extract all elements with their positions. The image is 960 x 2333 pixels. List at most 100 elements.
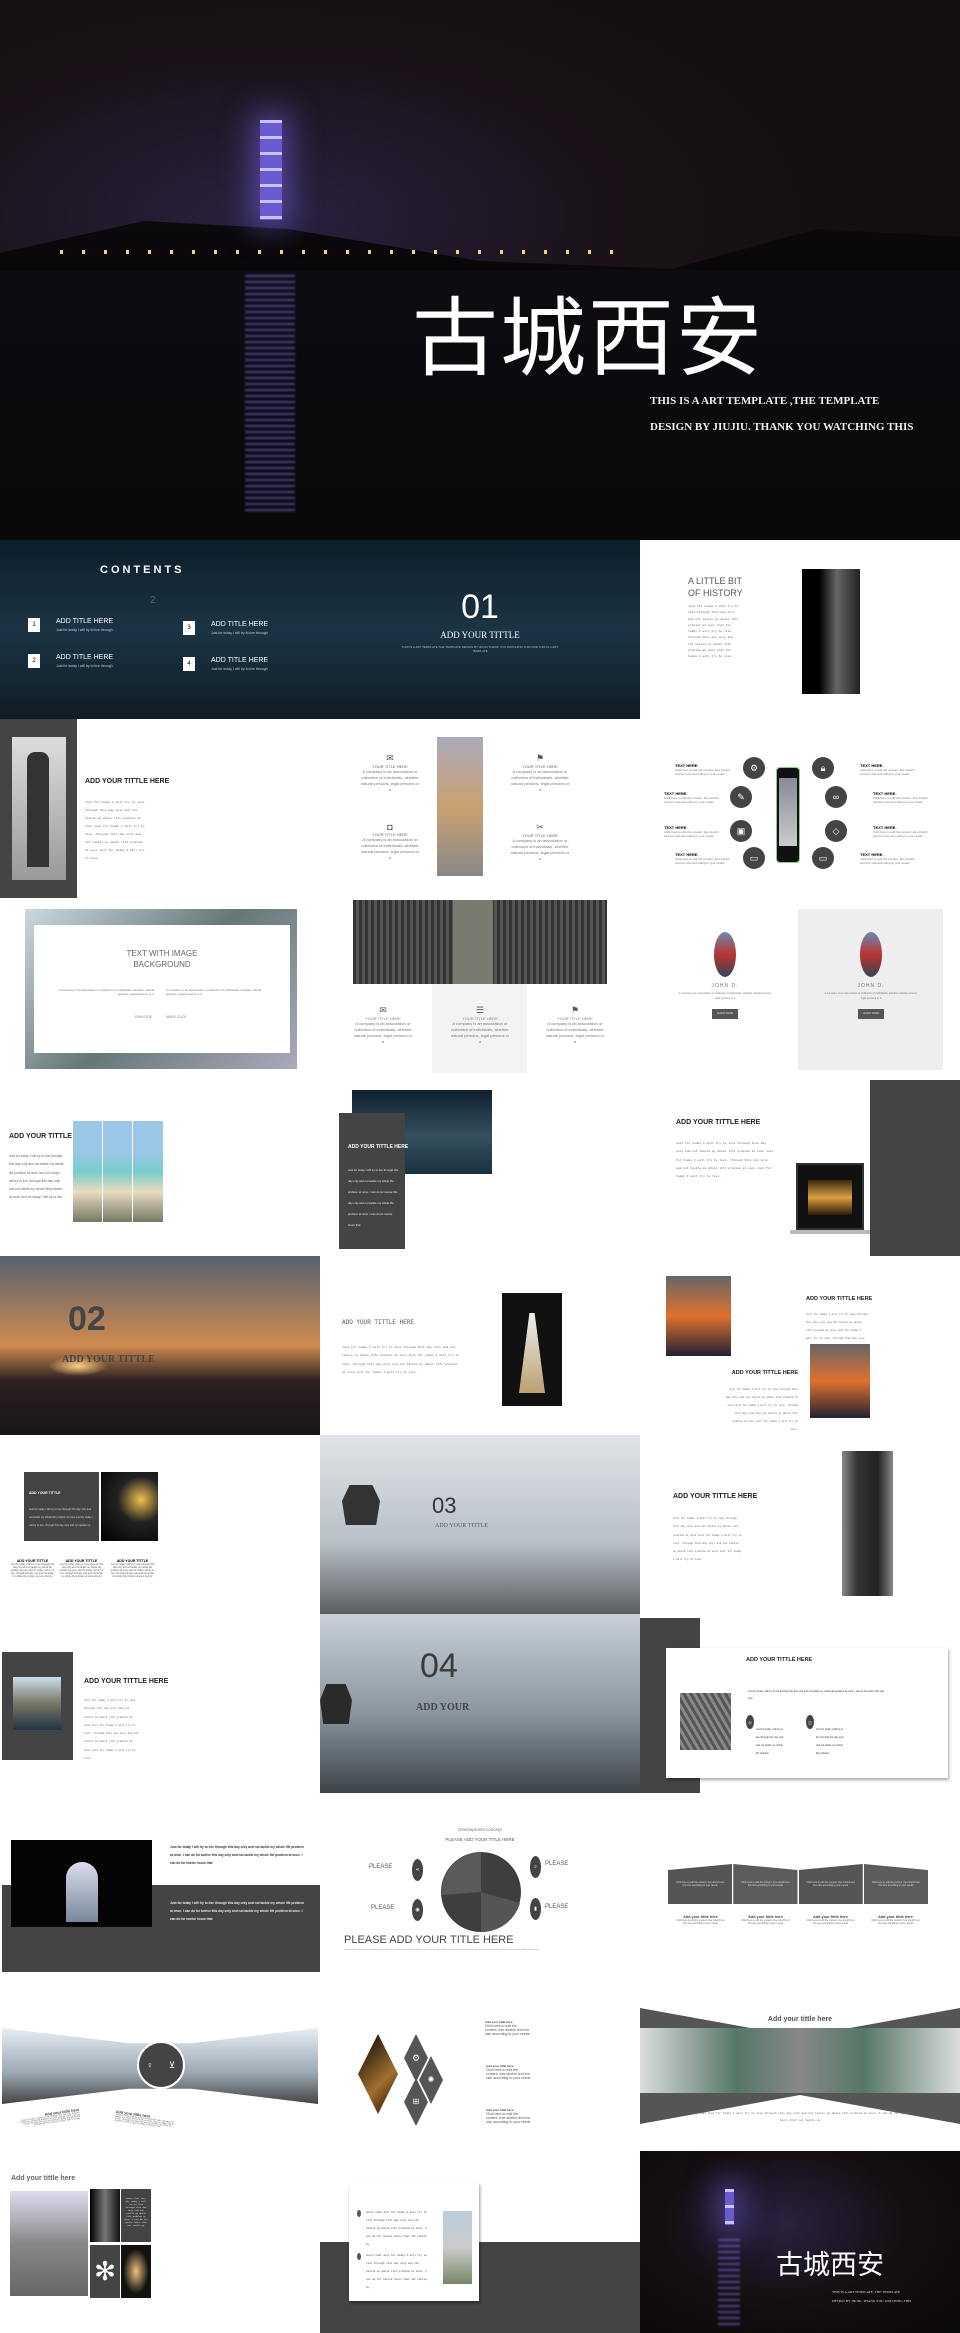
slide-beach[interactable]: ADD YOUR TITTLE HERE Just for today I wi… bbox=[0, 1077, 320, 1256]
section-title: ADD YOUR TITTLE bbox=[435, 1523, 488, 1529]
slide-text: Just for today I will try to live throug… bbox=[9, 1154, 64, 1200]
team-member: JOHN D. A company is an association or c… bbox=[670, 932, 780, 1019]
caption-left: Add your tittle here Just for today I wil… bbox=[20, 2107, 81, 2127]
item-text: Just for today I will try to live throug… bbox=[56, 628, 113, 632]
card-title-1: TEXT WITH IMAGE bbox=[126, 949, 198, 958]
sunset-image-1 bbox=[666, 1276, 731, 1356]
history-text: Just for today I will try to live throug… bbox=[688, 605, 739, 659]
text-box: ADD YOUR TITTLE Just for today I will tr… bbox=[24, 1472, 99, 1541]
beach-triptych-image bbox=[73, 1121, 163, 1222]
text-item: TEXT HERE. Click here to edit the content… bbox=[873, 825, 928, 838]
slide-sunset-pair[interactable]: ADD YOUR TITTLE HERE Just for today I wi… bbox=[640, 1256, 960, 1435]
item: ADD YOUR TITTLE Just for today I will try… bbox=[110, 1559, 155, 1577]
item-number: 4 bbox=[183, 657, 195, 671]
name-2: MARK ZUCK bbox=[166, 1015, 187, 1019]
slide-text-image-bg[interactable]: TEXT WITH IMAGE BACKGROUND A company is … bbox=[0, 898, 320, 1077]
city-lights bbox=[60, 250, 620, 254]
slide-fortress[interactable]: ADD YOUR TITTLE HERE Just for today I wi… bbox=[0, 1614, 320, 1793]
envelope-icon: ✉ bbox=[386, 753, 394, 763]
slide-title: PLEASE ADD YOUR TITLE HERE bbox=[344, 1934, 514, 1946]
gate-tower-image bbox=[342, 1485, 380, 1525]
slide-photo-grid[interactable]: Add your tittle here hours that Just for… bbox=[0, 2151, 320, 2333]
share-icon: ⋖ bbox=[412, 1859, 423, 1881]
flag-icon: ⚑ bbox=[570, 1005, 580, 1015]
globe-icon: ◉ bbox=[412, 1899, 423, 1921]
slide-rooftop[interactable]: ✉ YOUR TITLE HERE A company is an associat… bbox=[320, 898, 640, 1077]
slide-diamond-icons[interactable]: ⚙ ✺ ⊞ Add your tittle here Click here to … bbox=[320, 1972, 640, 2151]
slide-section-04[interactable]: 04 ADD YOUR bbox=[320, 1614, 640, 1793]
pagoda-diamond-image bbox=[358, 2034, 398, 2114]
slide-title-1: ADD YOUR TITTLE HERE bbox=[806, 1296, 873, 1302]
sunset-image-2 bbox=[810, 1344, 870, 1418]
slide-four-columns[interactable]: Click here to edit the content, free str… bbox=[640, 1793, 960, 1972]
closing-title: 古城西安 bbox=[776, 2250, 884, 2281]
item-number: 3 bbox=[183, 621, 195, 635]
slide-pie-concept[interactable]: Development concept PLEASE ADD YOUR TITL… bbox=[320, 1793, 640, 1972]
bar-chart-icon: ▮ bbox=[530, 1898, 541, 1920]
slide-text-1: Just for today I will try to live throug… bbox=[170, 1845, 304, 1865]
item-text: Just for today I will try to live throug… bbox=[211, 667, 268, 671]
statue-image bbox=[12, 737, 66, 880]
slide-four-icons[interactable]: ✉ YOUR TITLE HERE A company is an associat… bbox=[320, 719, 640, 898]
slide-closing[interactable]: 古城西安 THIS IS A ART TEMPLATE ,THE TEMPLAT… bbox=[640, 2151, 960, 2333]
phone-mockup bbox=[776, 767, 800, 863]
night-building-image bbox=[101, 1472, 158, 1541]
temple-image bbox=[437, 737, 483, 876]
text-box: ADD YOUR TITTLE HERE Just for today I wi… bbox=[339, 1113, 408, 1249]
slide-section-03[interactable]: 03 ADD YOUR TITTLE bbox=[320, 1435, 640, 1614]
item-title: ADD TITLE HERE bbox=[56, 618, 114, 625]
slide-section-02[interactable]: 02 ADD YOUR TITTLE bbox=[0, 1256, 320, 1435]
slide-section-01[interactable]: 01 ADD YOUR TITTLE THIS IS A ART TEMPLAT… bbox=[320, 540, 640, 719]
search-icon: ⌕ bbox=[530, 1856, 541, 1878]
avatar bbox=[860, 932, 882, 977]
content-card: hours that Just for today I will try to … bbox=[349, 2183, 479, 2301]
section-number: 02 bbox=[68, 1300, 106, 1338]
slide-card-icons[interactable]: ADD YOUR TITTLE HERE Just for today I wi… bbox=[640, 1614, 960, 1793]
feature-item: ✂ YOUR TITLE HERE A company is an associat… bbox=[510, 822, 570, 861]
slide-history[interactable]: A LITTLE BIT OF HISTORY Just for today I… bbox=[640, 540, 960, 719]
learn-more-button[interactable]: LEARN MORE bbox=[712, 1009, 738, 1019]
slide-title: Add your tittle here bbox=[11, 2175, 76, 2182]
list-item: Add your tittle here Click here to edit t… bbox=[486, 2108, 531, 2124]
slide-pagoda[interactable]: ADD YOUR TITTLE HERE Just for today I wi… bbox=[320, 1256, 640, 1435]
slide-statue[interactable]: ADD YOUR TITTLE HERE Just for today I wi… bbox=[0, 719, 320, 898]
section-title: ADD YOUR bbox=[416, 1702, 470, 1713]
slide-text: Just for today I will try to live throug… bbox=[84, 1699, 139, 1761]
cover-slide[interactable]: 古城西安 THIS IS A ART TEMPLATE ,THE TEMPLAT… bbox=[0, 0, 960, 540]
please-label: PLEASE bbox=[545, 1904, 569, 1910]
document-icon: ☰ bbox=[475, 1005, 485, 1015]
slide-night-box[interactable]: ADD YOUR TITTLE Just for today I will tr… bbox=[0, 1435, 320, 1614]
slide-contents[interactable]: CONTENTS 2 1 ADD TITLE HERE Just for today… bbox=[0, 540, 320, 719]
pagoda-image bbox=[260, 120, 282, 220]
history-image bbox=[802, 569, 860, 694]
slide-title: Add your tittle here bbox=[767, 2016, 833, 2023]
learn-more-button[interactable]: LEARN MORE bbox=[858, 1009, 884, 1019]
slide-team[interactable]: JOHN D. A company is an association or c… bbox=[640, 898, 960, 1077]
slide-mirror-wall[interactable]: ♀ ⊻ Add your tittle here Just for today I … bbox=[0, 1972, 320, 2151]
slide-phone[interactable]: ⚙ ✎ ▣ ▭ 🔒︎ ∞ ◇ ▭ TEXT HERE. Click here to… bbox=[640, 719, 960, 898]
chart-icon: ◫ bbox=[806, 1715, 814, 1729]
feature-item: ◘ YOUR TITLE HERE A company is an associat… bbox=[360, 822, 420, 860]
feature-item: ⚑ YOUR TITLE HERE A company is an associat… bbox=[545, 1005, 605, 1044]
slide-bullets[interactable]: hours that Just for today I will try to … bbox=[320, 2151, 640, 2333]
slide-curved-gallery[interactable]: Add your tittle here hours that Just for… bbox=[640, 1972, 960, 2151]
slide-lake-box[interactable]: ADD YOUR TITTLE HERE Just for today I wi… bbox=[320, 1077, 640, 1256]
slide-laptop[interactable]: ADD YOUR TITTLE HERE Just for today I wi… bbox=[640, 1077, 960, 1256]
slide-text: hours that Just for today I will try to … bbox=[689, 2112, 911, 2122]
slide-text: Just for today I will try to live throug… bbox=[342, 1346, 460, 1374]
please-label: PLEASE bbox=[545, 1861, 569, 1867]
item-number: 1 bbox=[28, 618, 40, 632]
please-label: PLEASE bbox=[369, 1864, 393, 1870]
bullet-icon bbox=[357, 2210, 361, 2217]
pagoda-reflection bbox=[245, 275, 295, 515]
item-title: ADD TITLE HERE bbox=[211, 657, 269, 664]
item-text: Just for today I will try to live throug… bbox=[56, 664, 113, 668]
link-icon: ∞ bbox=[825, 786, 847, 808]
feature-item: ⚑ YOUR TITLE HERE A company is an associat… bbox=[510, 753, 570, 792]
item-title: ADD TITLE HERE bbox=[211, 621, 269, 628]
slide-arch[interactable]: Just for today I will try to live throug… bbox=[0, 1793, 320, 1972]
concept-label: Development concept bbox=[458, 1827, 502, 1832]
slide-stele[interactable]: ADD YOUR TITTLE HERE Just for today I wi… bbox=[640, 1435, 960, 1614]
contents-page: 2 bbox=[150, 595, 156, 606]
tools-icon: ✂ bbox=[536, 822, 544, 832]
